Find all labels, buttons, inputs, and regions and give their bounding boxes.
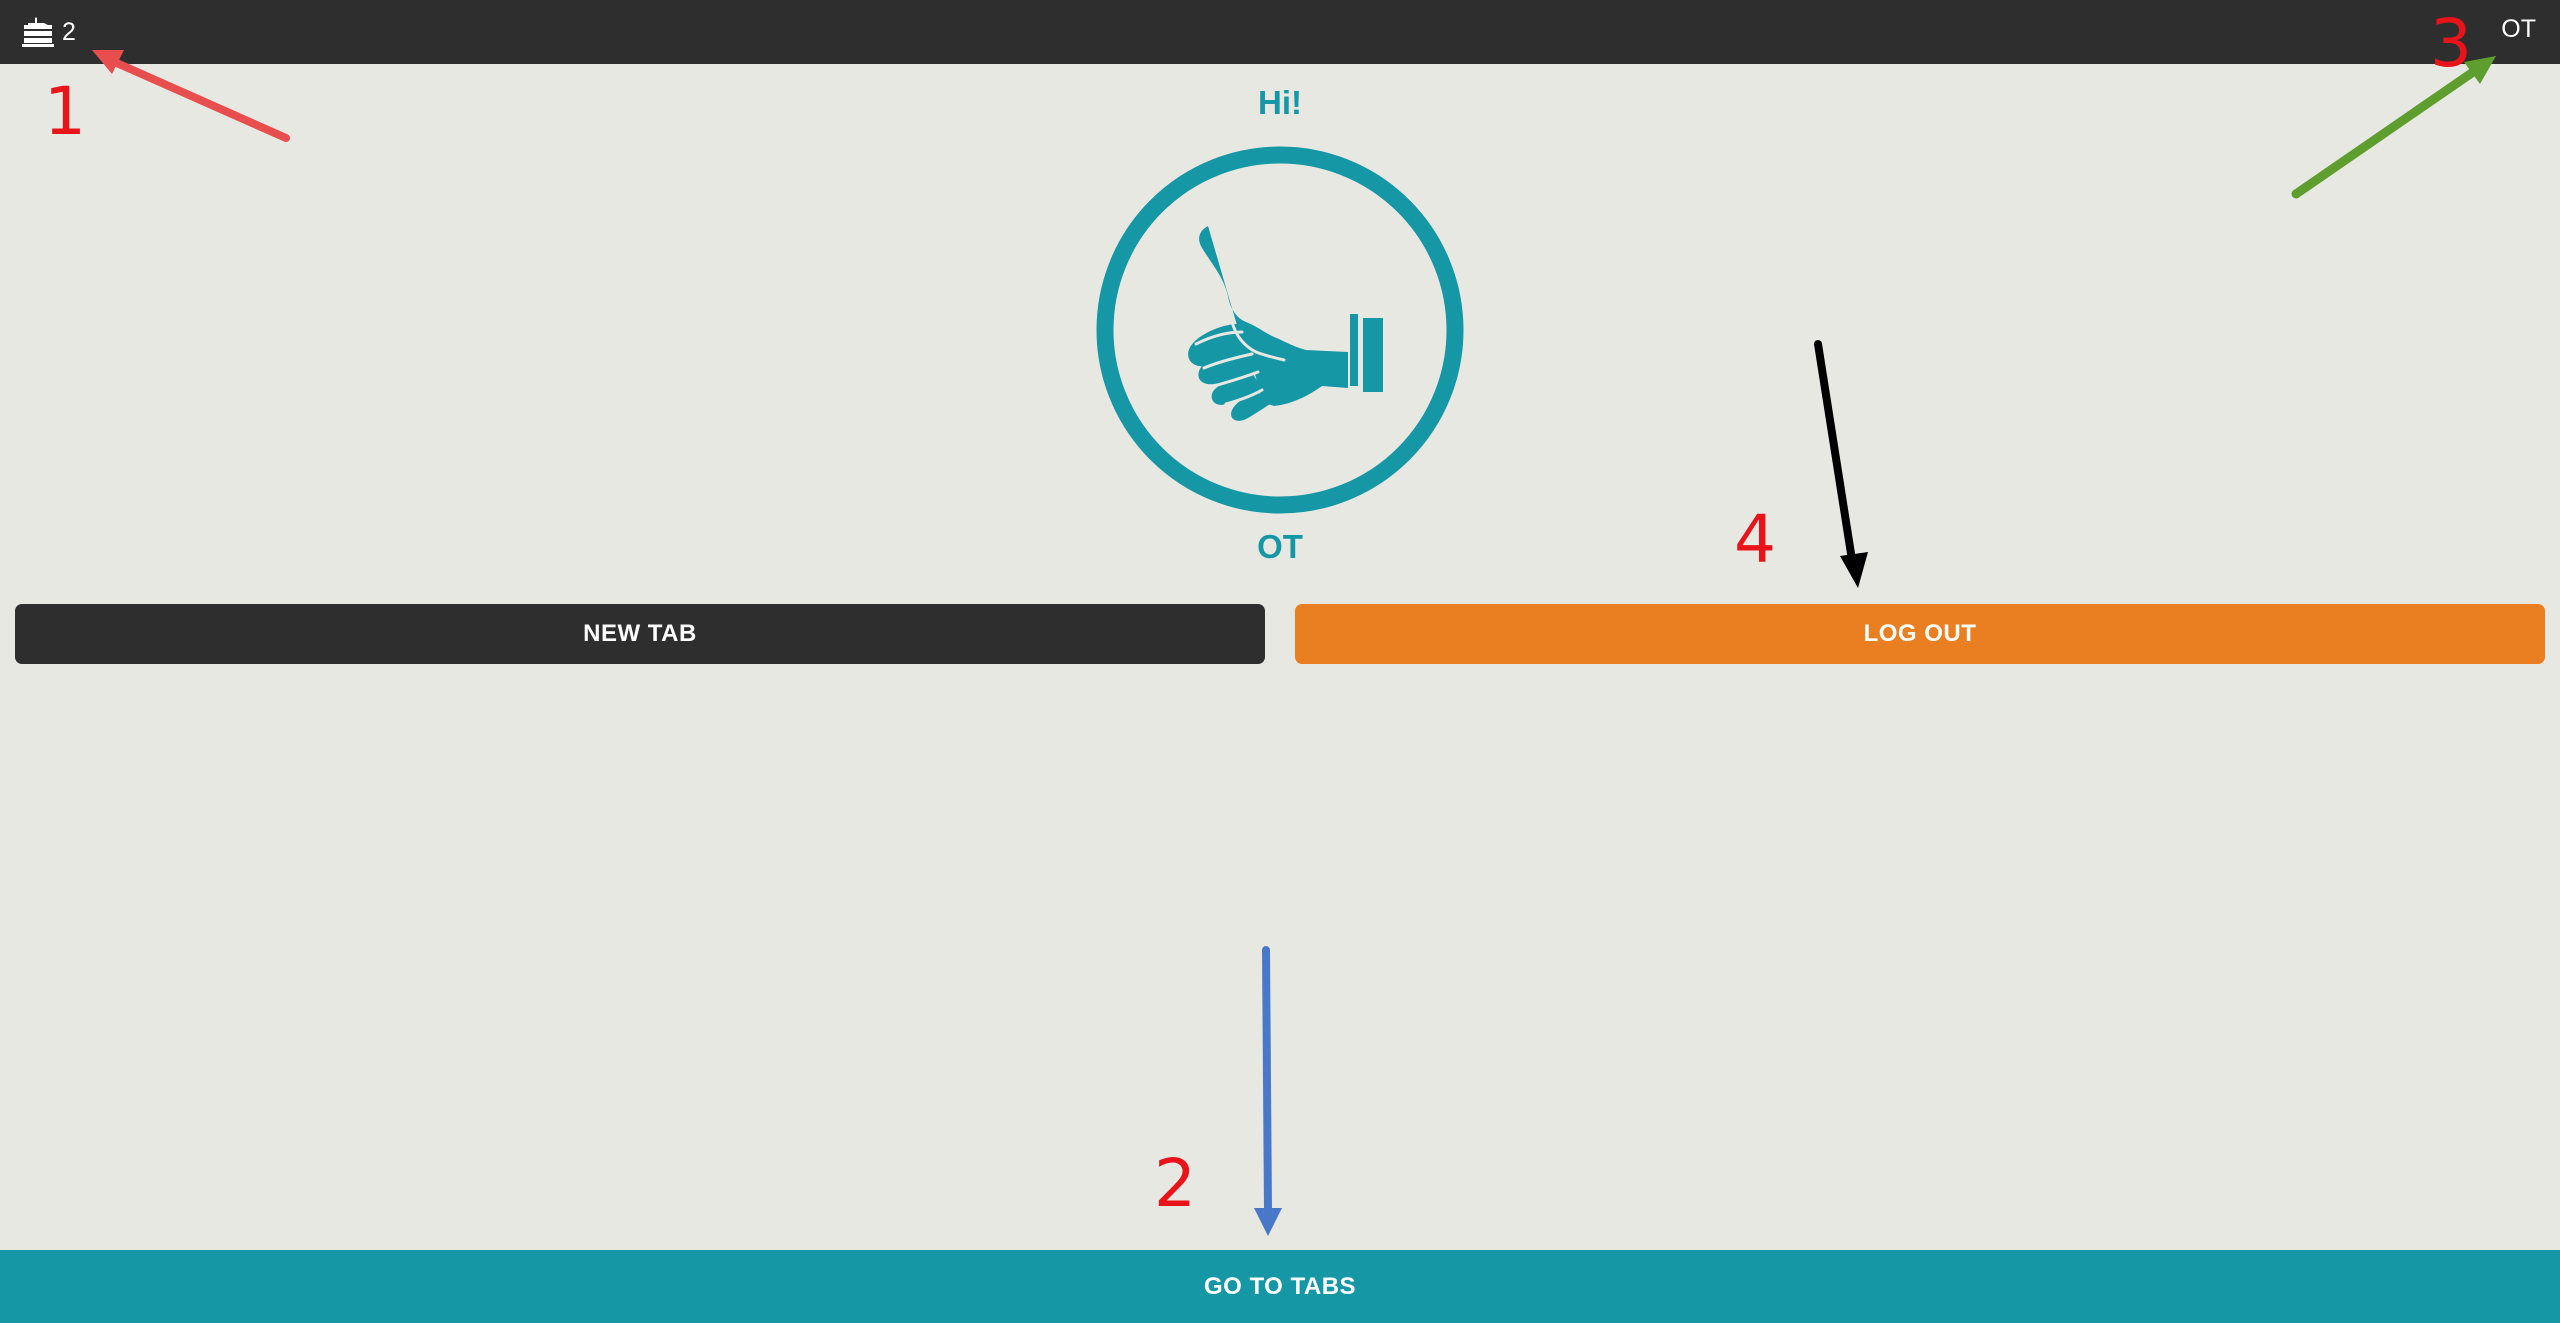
greeting-text: Hi! <box>1258 84 1302 121</box>
annotation-label-2: 2 <box>1154 1145 1196 1222</box>
log-out-button[interactable]: LOG OUT <box>1295 604 2545 664</box>
top-bar: 2 OT <box>0 0 2560 64</box>
app-root: 2 OT Hi! OT NEW TAB LOG OUT GO TO TABS 1… <box>0 0 2560 1323</box>
thumbs-up-icon <box>1096 146 1464 514</box>
go-to-tabs-button[interactable]: GO TO TABS <box>0 1250 2560 1323</box>
user-initials: OT <box>1257 528 1303 565</box>
new-tab-button[interactable]: NEW TAB <box>15 604 1265 664</box>
open-tabs-counter[interactable]: 2 <box>22 14 76 50</box>
annotation-arrow-2: 2 <box>1154 946 1282 1236</box>
user-avatar <box>1096 146 1464 514</box>
open-tabs-count: 2 <box>62 17 76 46</box>
cake-stack-icon <box>22 17 54 47</box>
user-initials-menu[interactable]: OT <box>2501 17 2536 42</box>
